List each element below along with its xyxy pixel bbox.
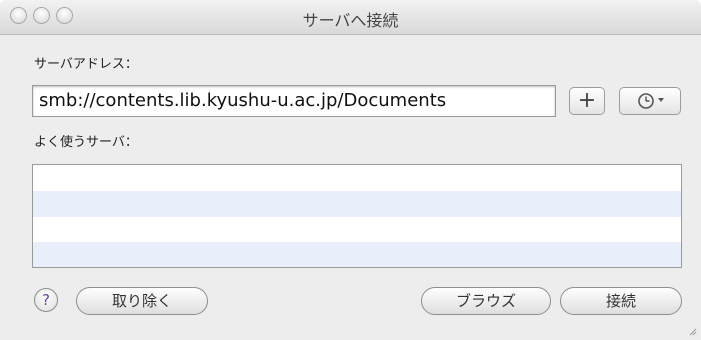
browse-button[interactable]: ブラウズ bbox=[421, 287, 551, 315]
server-address-input[interactable]: smb://contents.lib.kyushu-u.ac.jp/Docume… bbox=[32, 85, 556, 117]
add-favorite-button[interactable]: + bbox=[569, 87, 605, 115]
list-item[interactable] bbox=[33, 190, 681, 217]
list-item[interactable] bbox=[33, 165, 681, 191]
recent-servers-menu-button[interactable] bbox=[619, 87, 681, 115]
title-bar[interactable]: サーバへ接続 bbox=[0, 0, 701, 35]
chevron-down-icon bbox=[658, 98, 664, 102]
resize-grip-icon[interactable] bbox=[689, 328, 697, 336]
favorite-servers-label: よく使うサーバ： bbox=[34, 135, 138, 150]
list-item[interactable] bbox=[33, 242, 681, 267]
list-item[interactable] bbox=[33, 217, 681, 243]
server-address-label: サーバアドレス： bbox=[34, 57, 138, 72]
favorite-servers-list[interactable] bbox=[32, 164, 682, 268]
connect-button[interactable]: 接続 bbox=[560, 287, 682, 315]
plus-icon: + bbox=[577, 88, 597, 113]
connect-to-server-window: サーバへ接続 サーバアドレス： smb://contents.lib.kyush… bbox=[0, 0, 701, 340]
remove-button[interactable]: 取り除く bbox=[76, 287, 208, 315]
window-title: サーバへ接続 bbox=[302, 11, 399, 30]
question-icon: ? bbox=[42, 291, 50, 309]
help-button[interactable]: ? bbox=[34, 288, 58, 312]
